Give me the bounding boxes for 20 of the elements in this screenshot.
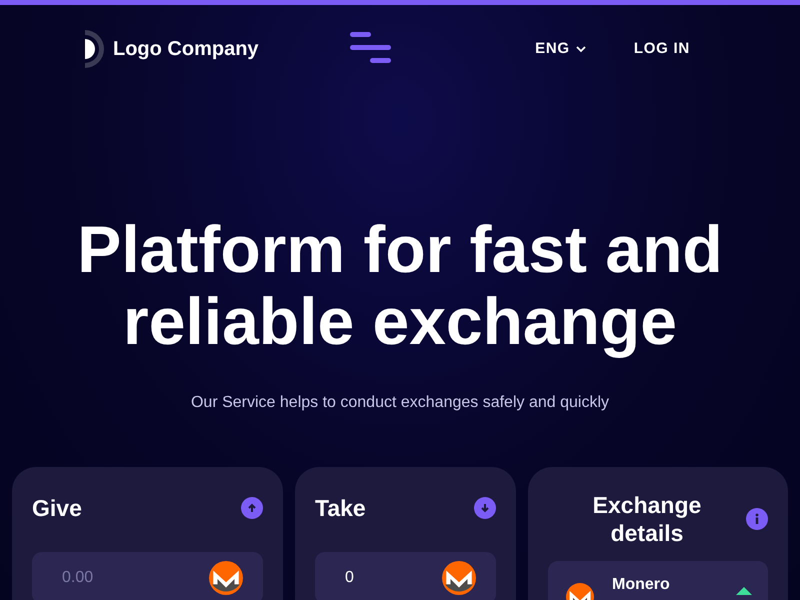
currency-name: Monero (612, 575, 671, 595)
currency-row[interactable]: Monero (548, 561, 768, 600)
logo-icon (85, 30, 105, 68)
language-selector[interactable]: ENG (535, 38, 586, 60)
hero-title: reliable exchange (123, 285, 677, 357)
card-title: Give (32, 494, 82, 523)
card-title: details (610, 519, 684, 547)
menu-icon[interactable] (350, 32, 392, 66)
amount-field[interactable]: 0 (315, 552, 496, 600)
card-title: Take (315, 494, 366, 523)
coin-icon (442, 560, 476, 594)
chevron-down-icon (576, 46, 586, 52)
hero-subtitle: Our Service helps to conduct exchanges safely and quickly (190, 393, 609, 413)
amount-field[interactable]: 0.00 (32, 552, 263, 600)
login-link[interactable]: LOG IN (634, 38, 690, 60)
info-icon[interactable] (746, 508, 768, 530)
card-title: Exchange (592, 491, 702, 519)
logo-text: Logo Company (113, 37, 259, 62)
hero-title: Platform for fast and (77, 213, 723, 285)
coin-icon (209, 560, 243, 594)
